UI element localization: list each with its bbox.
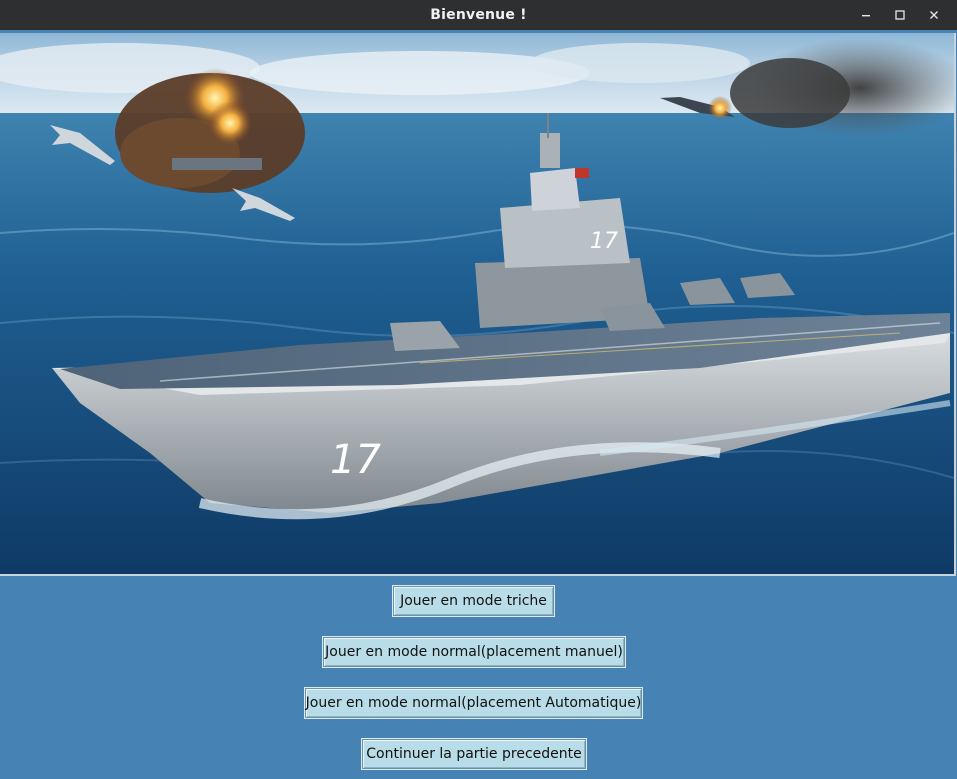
minimize-icon <box>862 15 870 17</box>
minimize-button[interactable] <box>849 0 883 30</box>
app-window: Bienvenue ! 17 17 Jouer en mode triche J… <box>0 0 957 779</box>
island-hull-number: 17 <box>590 229 618 254</box>
normal-mode-automatic-placement-button[interactable]: Jouer en mode normal(placement Automatiq… <box>305 688 642 718</box>
normal-mode-manual-placement-button[interactable]: Jouer en mode normal(placement manuel) <box>323 637 625 667</box>
naval-battle-illustration: 17 17 <box>0 33 954 574</box>
bow-hull-number: 17 <box>330 437 381 483</box>
maximize-icon <box>895 10 905 20</box>
cheat-mode-button[interactable]: Jouer en mode triche <box>393 586 554 616</box>
close-icon <box>930 11 938 19</box>
continue-previous-game-button[interactable]: Continuer la partie precedente <box>362 739 586 769</box>
window-controls <box>849 0 951 30</box>
aircraft-carrier-banner-image: 17 17 <box>0 33 956 576</box>
title-bar[interactable]: Bienvenue ! <box>0 0 957 30</box>
maximize-button[interactable] <box>883 0 917 30</box>
close-button[interactable] <box>917 0 951 30</box>
window-title: Bienvenue ! <box>430 7 527 23</box>
